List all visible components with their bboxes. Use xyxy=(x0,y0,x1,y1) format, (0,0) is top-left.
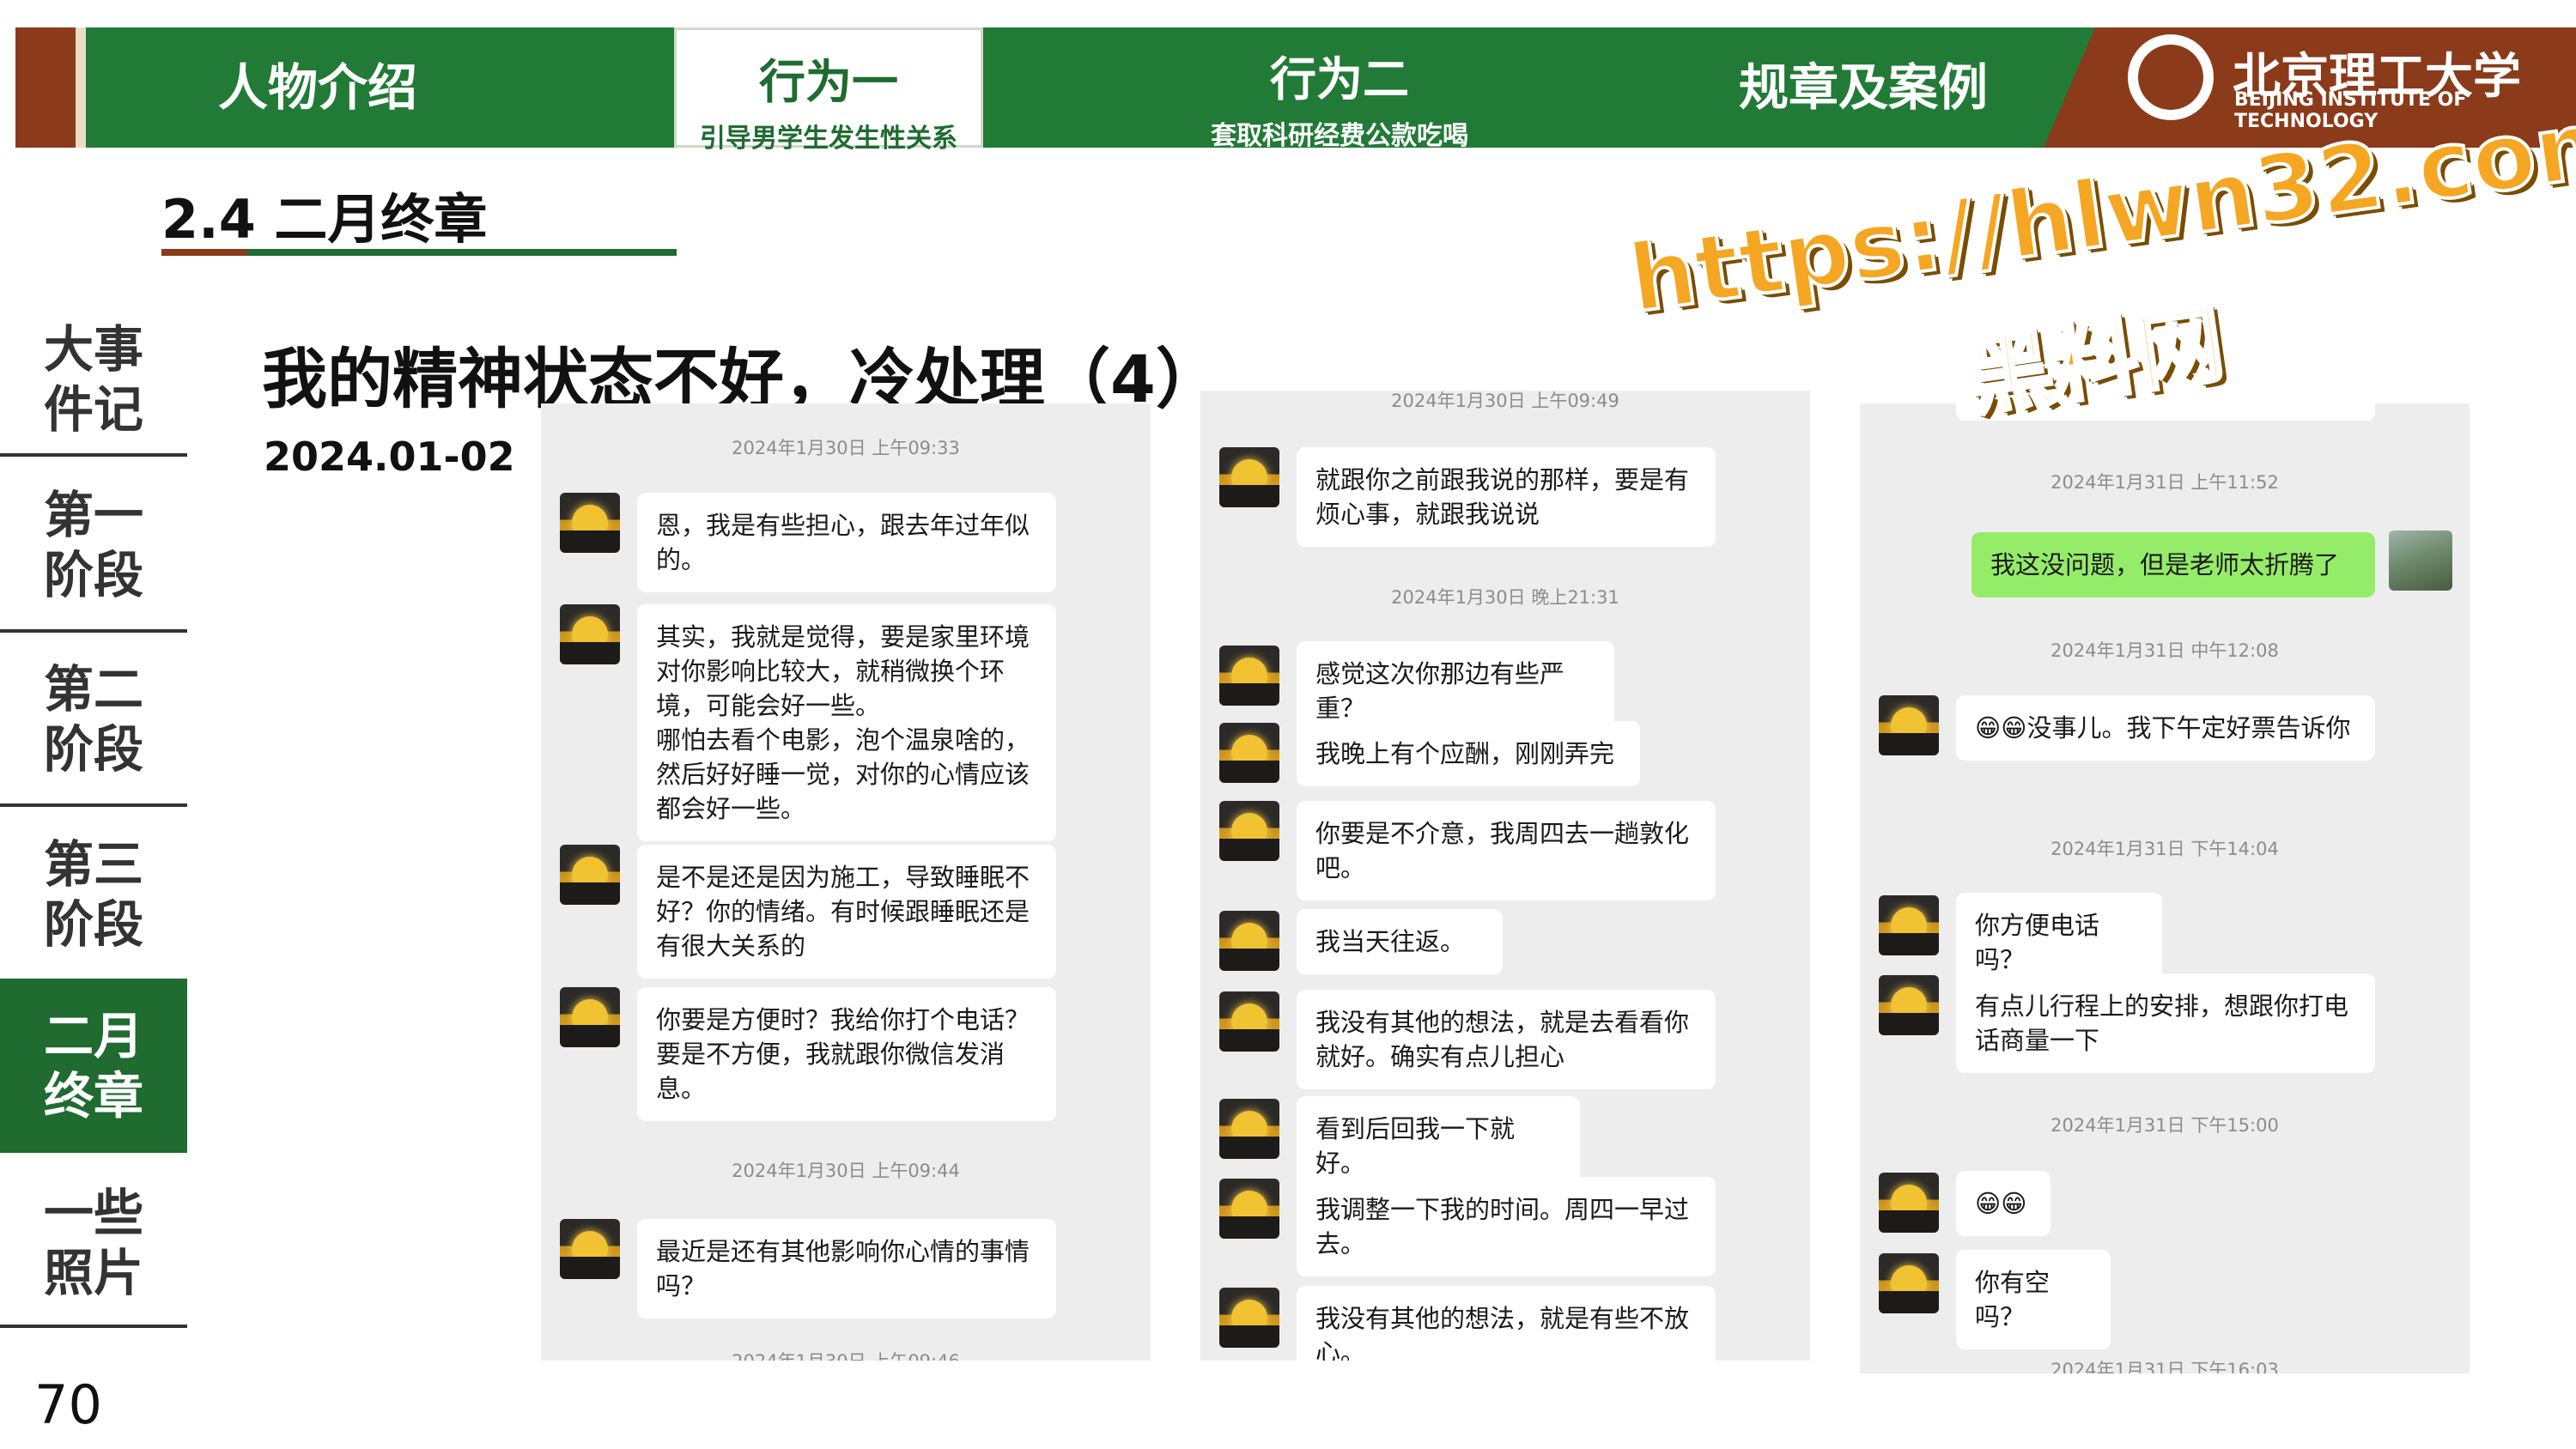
sidebar-divider xyxy=(0,803,187,807)
contact-avatar xyxy=(1219,1179,1279,1239)
page-number: 70 xyxy=(34,1373,102,1436)
nav-tab-rules[interactable]: 规章及案例 xyxy=(1683,27,2044,148)
chat-timestamp: 2024年1月30日 上午09:33 xyxy=(732,438,960,458)
chat-timestamp: 2024年1月31日 中午12:08 xyxy=(2050,640,2279,661)
sidebar-item-line1: 第一 xyxy=(43,486,143,544)
contact-avatar xyxy=(1219,911,1279,971)
sidebar-item-line1: 二月 xyxy=(43,1007,143,1065)
nav-tab-people[interactable]: 人物介绍 xyxy=(155,27,481,148)
contact-avatar xyxy=(1219,447,1279,507)
contact-avatar xyxy=(560,987,620,1047)
contact-avatar xyxy=(1219,1099,1279,1159)
chat-message: 😁😁没事儿。我下午定好票告诉你 xyxy=(1956,695,2375,761)
chat-panel-3: 2024年1月31日 上午11:52 我这没问题，但是老师太折腾了 2024年1… xyxy=(1860,403,2470,1373)
sidebar-item-line2: 照片 xyxy=(43,1244,143,1302)
contact-avatar xyxy=(560,604,620,664)
contact-avatar xyxy=(1879,1173,1939,1233)
sidebar-item-stage3[interactable]: 第三 阶段 xyxy=(0,834,187,976)
contact-avatar xyxy=(1219,646,1279,706)
sidebar-item-line1: 一些 xyxy=(43,1184,143,1242)
chat-panel-2: 2024年1月30日 上午09:49 就跟你之前跟我说的那样，要是有烦心事，就跟… xyxy=(1200,391,1810,1361)
slide-date: 2024.01-02 xyxy=(264,433,515,480)
chat-message: 我当天往返。 xyxy=(1297,909,1503,974)
sidebar-item-line1: 第三 xyxy=(43,835,143,894)
chat-message: 我没有其他的想法，就是有些不放心。 xyxy=(1297,1286,1716,1361)
chat-message: 你要是方便时？我给你打个电话？要是不方便，我就跟你微信发消息。 xyxy=(637,987,1056,1121)
sidebar-item-photos[interactable]: 一些 照片 xyxy=(0,1183,187,1325)
chat-message: 就跟你之前跟我说的那样，要是有烦心事，就跟我说说 xyxy=(1297,447,1716,547)
chat-message: 你有空吗？ xyxy=(1956,1250,2111,1349)
chat-message: 我调整一下我的时间。周四一早过去。 xyxy=(1297,1177,1716,1276)
sidebar-item-stage1[interactable]: 第一 阶段 xyxy=(0,485,187,627)
nav-tab-act2[interactable]: 行为二 套取科研经费公款吃喝 xyxy=(1151,27,1528,151)
sidebar-divider xyxy=(0,1325,187,1328)
chat-timestamp: 2024年1月31日 下午16:03 xyxy=(2050,1360,2279,1373)
sidebar-item-line2: 终章 xyxy=(43,1067,143,1125)
sidebar-item-line2: 阶段 xyxy=(43,720,143,779)
chat-timestamp: 2024年1月30日 上午09:46 xyxy=(541,1348,1151,1361)
contact-avatar xyxy=(1879,695,1939,755)
user-avatar xyxy=(2389,530,2452,591)
chat-timestamp: 2024年1月30日 上午09:44 xyxy=(732,1161,960,1181)
sidebar-item-line1: 大事 xyxy=(43,320,143,379)
sidebar-item-line2: 件记 xyxy=(43,380,143,439)
nav-tab-act1-subtitle: 引导男学生发生性关系 xyxy=(700,124,957,154)
contact-avatar xyxy=(1879,975,1939,1035)
sidebar-item-line1: 第二 xyxy=(43,660,143,718)
chat-panel-1: 2024年1月30日 上午09:33 恩，我是有些担心，跟去年过年似的。 其实，… xyxy=(541,403,1151,1361)
sidebar-item-timeline[interactable]: 大事 件记 xyxy=(0,309,187,455)
contact-avatar xyxy=(560,845,620,905)
sidebar-item-line2: 阶段 xyxy=(43,546,143,604)
contact-avatar xyxy=(560,1219,620,1279)
section-underline xyxy=(247,249,677,256)
contact-avatar xyxy=(1219,1288,1279,1348)
chat-message: 你要是不介意，我周四去一趟敦化吧。 xyxy=(1297,801,1716,900)
chat-message: 😁😁 xyxy=(1956,1171,2050,1236)
nav-accent-gap xyxy=(76,27,86,148)
chat-timestamp: 2024年1月31日 下午14:04 xyxy=(2050,839,2279,859)
nav-tab-act2-title: 行为二 xyxy=(1270,52,1409,106)
nav-accent-stripe xyxy=(15,27,76,148)
contact-avatar xyxy=(1219,723,1279,783)
nav-tab-act1[interactable]: 行为一 引导男学生发生性关系 xyxy=(674,27,983,154)
sidebar-item-line2: 阶段 xyxy=(43,895,143,954)
chat-message-sent: 我这没问题，但是老师太折腾了 xyxy=(1971,532,2375,597)
chat-timestamp: 2024年1月30日 上午09:49 xyxy=(1391,391,1619,411)
sidebar-divider xyxy=(0,453,187,457)
nav-tab-act2-subtitle: 套取科研经费公款吃喝 xyxy=(1211,121,1468,151)
sidebar-item-stage2[interactable]: 第二 阶段 xyxy=(0,659,187,801)
contact-avatar xyxy=(1219,801,1279,861)
chat-timestamp: 2024年1月31日 上午11:52 xyxy=(2050,472,2279,493)
chat-message: 是不是还是因为施工，导致睡眠不好？你的情绪。有时候跟睡眠还是有很大关系的 xyxy=(637,845,1056,979)
chat-timestamp: 2024年1月30日 晚上21:31 xyxy=(1391,587,1619,608)
section-underline-accent xyxy=(161,249,247,256)
section-title: 2.4 二月终章 xyxy=(161,188,488,251)
university-logo-inner xyxy=(2138,45,2203,110)
chat-message: 其实，我就是觉得，要是家里环境对你影响比较大，就稍微换个环境，可能会好一些。 哪… xyxy=(637,604,1056,841)
chat-message: 我没有其他的想法，就是去看看你就好。确实有点儿担心 xyxy=(1297,990,1716,1089)
chat-message: 最近是还有其他影响你心情的事情吗？ xyxy=(637,1219,1056,1319)
sidebar-item-february-finale[interactable]: 二月 终章 xyxy=(0,979,187,1153)
chat-message: 有点儿行程上的安排，想跟你打电话商量一下 xyxy=(1956,973,2375,1073)
chat-message: 恩，我是有些担心，跟去年过年似的。 xyxy=(637,493,1056,592)
chat-message: 我晚上有个应酬，刚刚弄完 xyxy=(1297,721,1640,786)
contact-avatar xyxy=(1879,1253,1939,1313)
chat-timestamp: 2024年1月31日 下午15:00 xyxy=(2050,1115,2279,1136)
contact-avatar xyxy=(1219,991,1279,1052)
nav-tab-act1-title: 行为一 xyxy=(759,55,898,109)
contact-avatar xyxy=(1879,895,1939,955)
contact-avatar xyxy=(560,493,620,553)
sidebar-divider xyxy=(0,629,187,633)
